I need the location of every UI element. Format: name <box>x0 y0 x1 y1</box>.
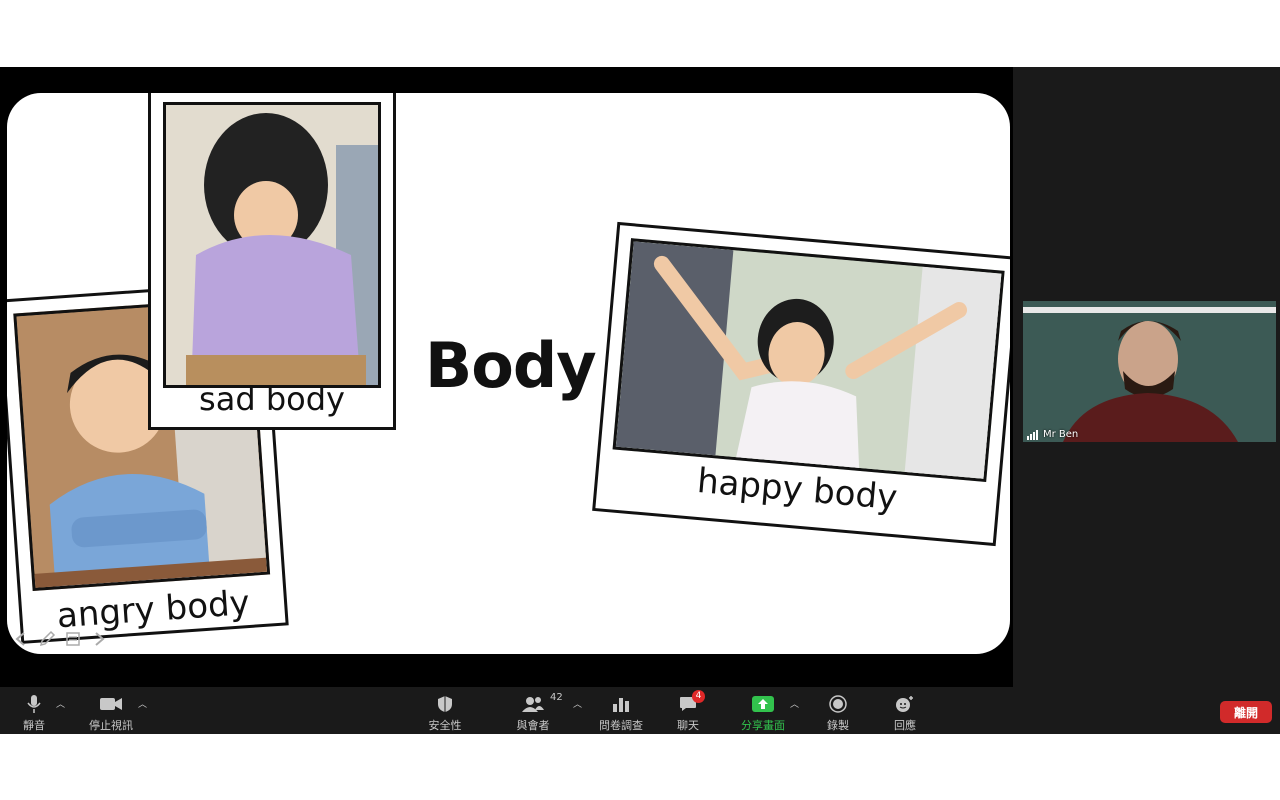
record-button[interactable]: 錄製 <box>802 693 874 733</box>
participant-video-tile[interactable]: Mr Ben <box>1023 301 1276 442</box>
shared-screen-area: angry body sad body Body happy body <box>0 67 1013 687</box>
happy-body-photo <box>612 238 1005 483</box>
chat-label: 聊天 <box>677 719 699 732</box>
reactions-button[interactable]: 回應 <box>869 693 941 733</box>
video-options-chevron-icon[interactable]: ︿ <box>138 697 147 710</box>
slide-title: Body <box>425 329 597 402</box>
participants-count: 42 <box>550 692 563 703</box>
stop-video-button[interactable]: 停止視訊 <box>75 693 147 733</box>
record-icon <box>829 695 847 713</box>
pen-icon[interactable] <box>37 629 57 649</box>
presentation-slide: angry body sad body Body happy body <box>7 93 1010 654</box>
participants-icon <box>522 697 544 712</box>
polls-label: 問卷調查 <box>599 719 643 732</box>
next-slide-icon[interactable] <box>89 629 109 649</box>
emoji-reaction-icon <box>896 696 913 712</box>
participant-video-feed <box>1023 301 1276 442</box>
participants-options-chevron-icon[interactable]: ︿ <box>573 697 582 710</box>
audio-options-chevron-icon[interactable]: ︿ <box>56 697 65 710</box>
share-options-chevron-icon[interactable]: ︿ <box>790 697 799 710</box>
share-screen-label: 分享畫面 <box>741 719 785 732</box>
signal-strength-icon <box>1027 429 1038 440</box>
slide-annotation-controls <box>11 629 109 649</box>
bar-chart-icon <box>613 698 629 712</box>
reactions-label: 回應 <box>894 719 916 732</box>
polls-button[interactable]: 問卷調查 <box>585 693 657 733</box>
sad-body-caption: sad body <box>199 380 345 418</box>
sad-body-photo <box>163 102 381 388</box>
meeting-window: angry body sad body Body happy body Mr B… <box>0 67 1280 734</box>
security-button[interactable]: 安全性 <box>409 693 481 733</box>
chat-button[interactable]: 4 聊天 <box>652 690 724 733</box>
sad-body-card: sad body <box>148 93 396 430</box>
participants-label: 與會者 <box>516 719 550 732</box>
participant-gallery: Mr Ben <box>1013 67 1280 687</box>
video-camera-icon <box>100 698 122 710</box>
participant-name: Mr Ben <box>1043 429 1079 440</box>
security-label: 安全性 <box>428 719 462 732</box>
previous-slide-icon[interactable] <box>11 629 31 649</box>
leave-meeting-button[interactable]: 離開 <box>1220 701 1272 723</box>
shield-icon <box>438 696 452 712</box>
record-label: 錄製 <box>827 719 849 732</box>
mute-label: 靜音 <box>23 719 45 732</box>
share-screen-icon <box>752 696 774 712</box>
share-screen-button[interactable]: 分享畫面 <box>727 693 799 733</box>
meeting-toolbar: 靜音 ︿ 停止視訊 ︿ 安全性 42 與會者 ︿ 問卷調查 4 聊天 分享畫面 … <box>0 687 1280 734</box>
microphone-icon <box>27 695 41 713</box>
slides-menu-icon[interactable] <box>63 629 83 649</box>
stop-video-label: 停止視訊 <box>89 719 133 732</box>
happy-body-card: happy body <box>592 221 1010 547</box>
participants-button[interactable]: 42 與會者 <box>497 692 569 733</box>
chat-unread-badge: 4 <box>692 690 705 703</box>
participant-name-label: Mr Ben <box>1027 429 1078 440</box>
